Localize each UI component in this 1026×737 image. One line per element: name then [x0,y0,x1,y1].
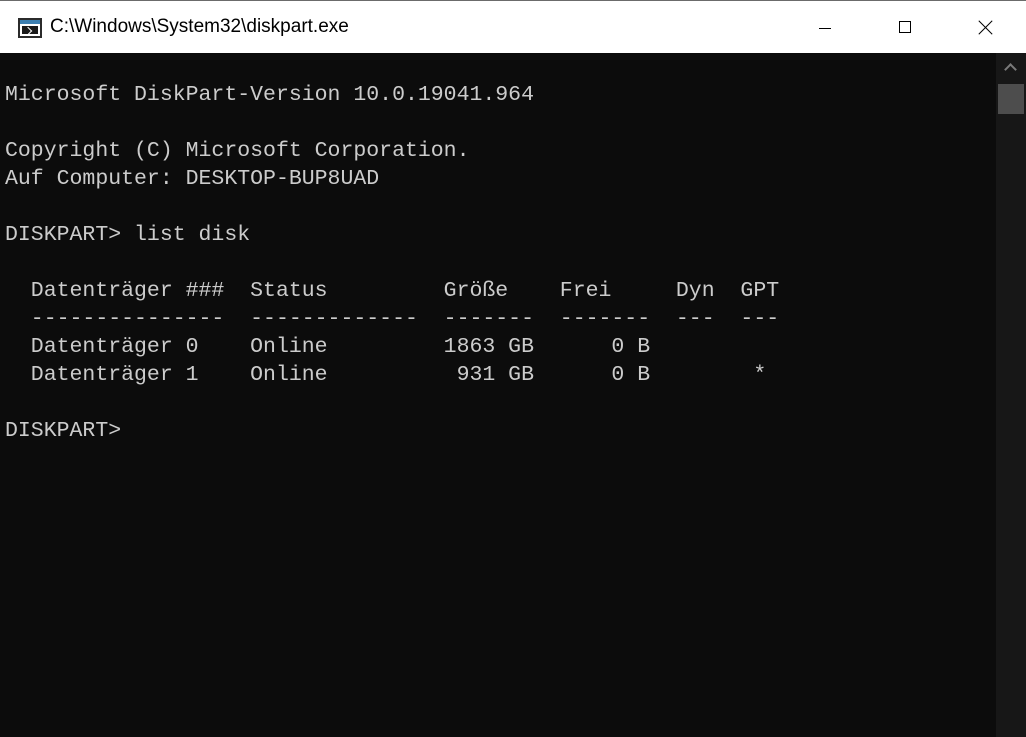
disk-table-header: Datenträger ### Status Größe Frei Dyn GP… [5,279,780,303]
console-output[interactable]: Microsoft DiskPart-Version 10.0.19041.96… [0,53,996,737]
console-app-icon[interactable] [18,18,42,38]
disk-table-separator: --------------- ------------- ------- --… [5,307,780,331]
disk-table-row: Datenträger 1 Online 931 GB 0 B * [5,363,767,387]
console-line-version: Microsoft DiskPart-Version 10.0.19041.96… [5,83,534,107]
minimize-button[interactable] [785,1,865,54]
console-line-copyright: Copyright (C) Microsoft Corporation. [5,139,470,163]
console-line-computer: Auf Computer: DESKTOP-BUP8UAD [5,167,380,191]
minimize-icon [819,28,831,29]
console-line-command: DISKPART> list disk [5,223,251,247]
chevron-up-icon [1004,63,1017,76]
scroll-thumb[interactable] [998,84,1024,114]
scroll-up-button[interactable] [996,53,1026,83]
window-title: C:\Windows\System32\diskpart.exe [50,16,349,37]
console-prompt[interactable]: DISKPART> [5,417,996,445]
maximize-icon [899,21,911,33]
disk-table-row: Datenträger 0 Online 1863 GB 0 B [5,335,651,359]
vertical-scrollbar[interactable] [996,53,1026,737]
maximize-button[interactable] [865,1,945,54]
close-icon [978,20,993,35]
title-bar[interactable]: C:\Windows\System32\diskpart.exe [0,0,1026,53]
close-button[interactable] [945,1,1025,54]
